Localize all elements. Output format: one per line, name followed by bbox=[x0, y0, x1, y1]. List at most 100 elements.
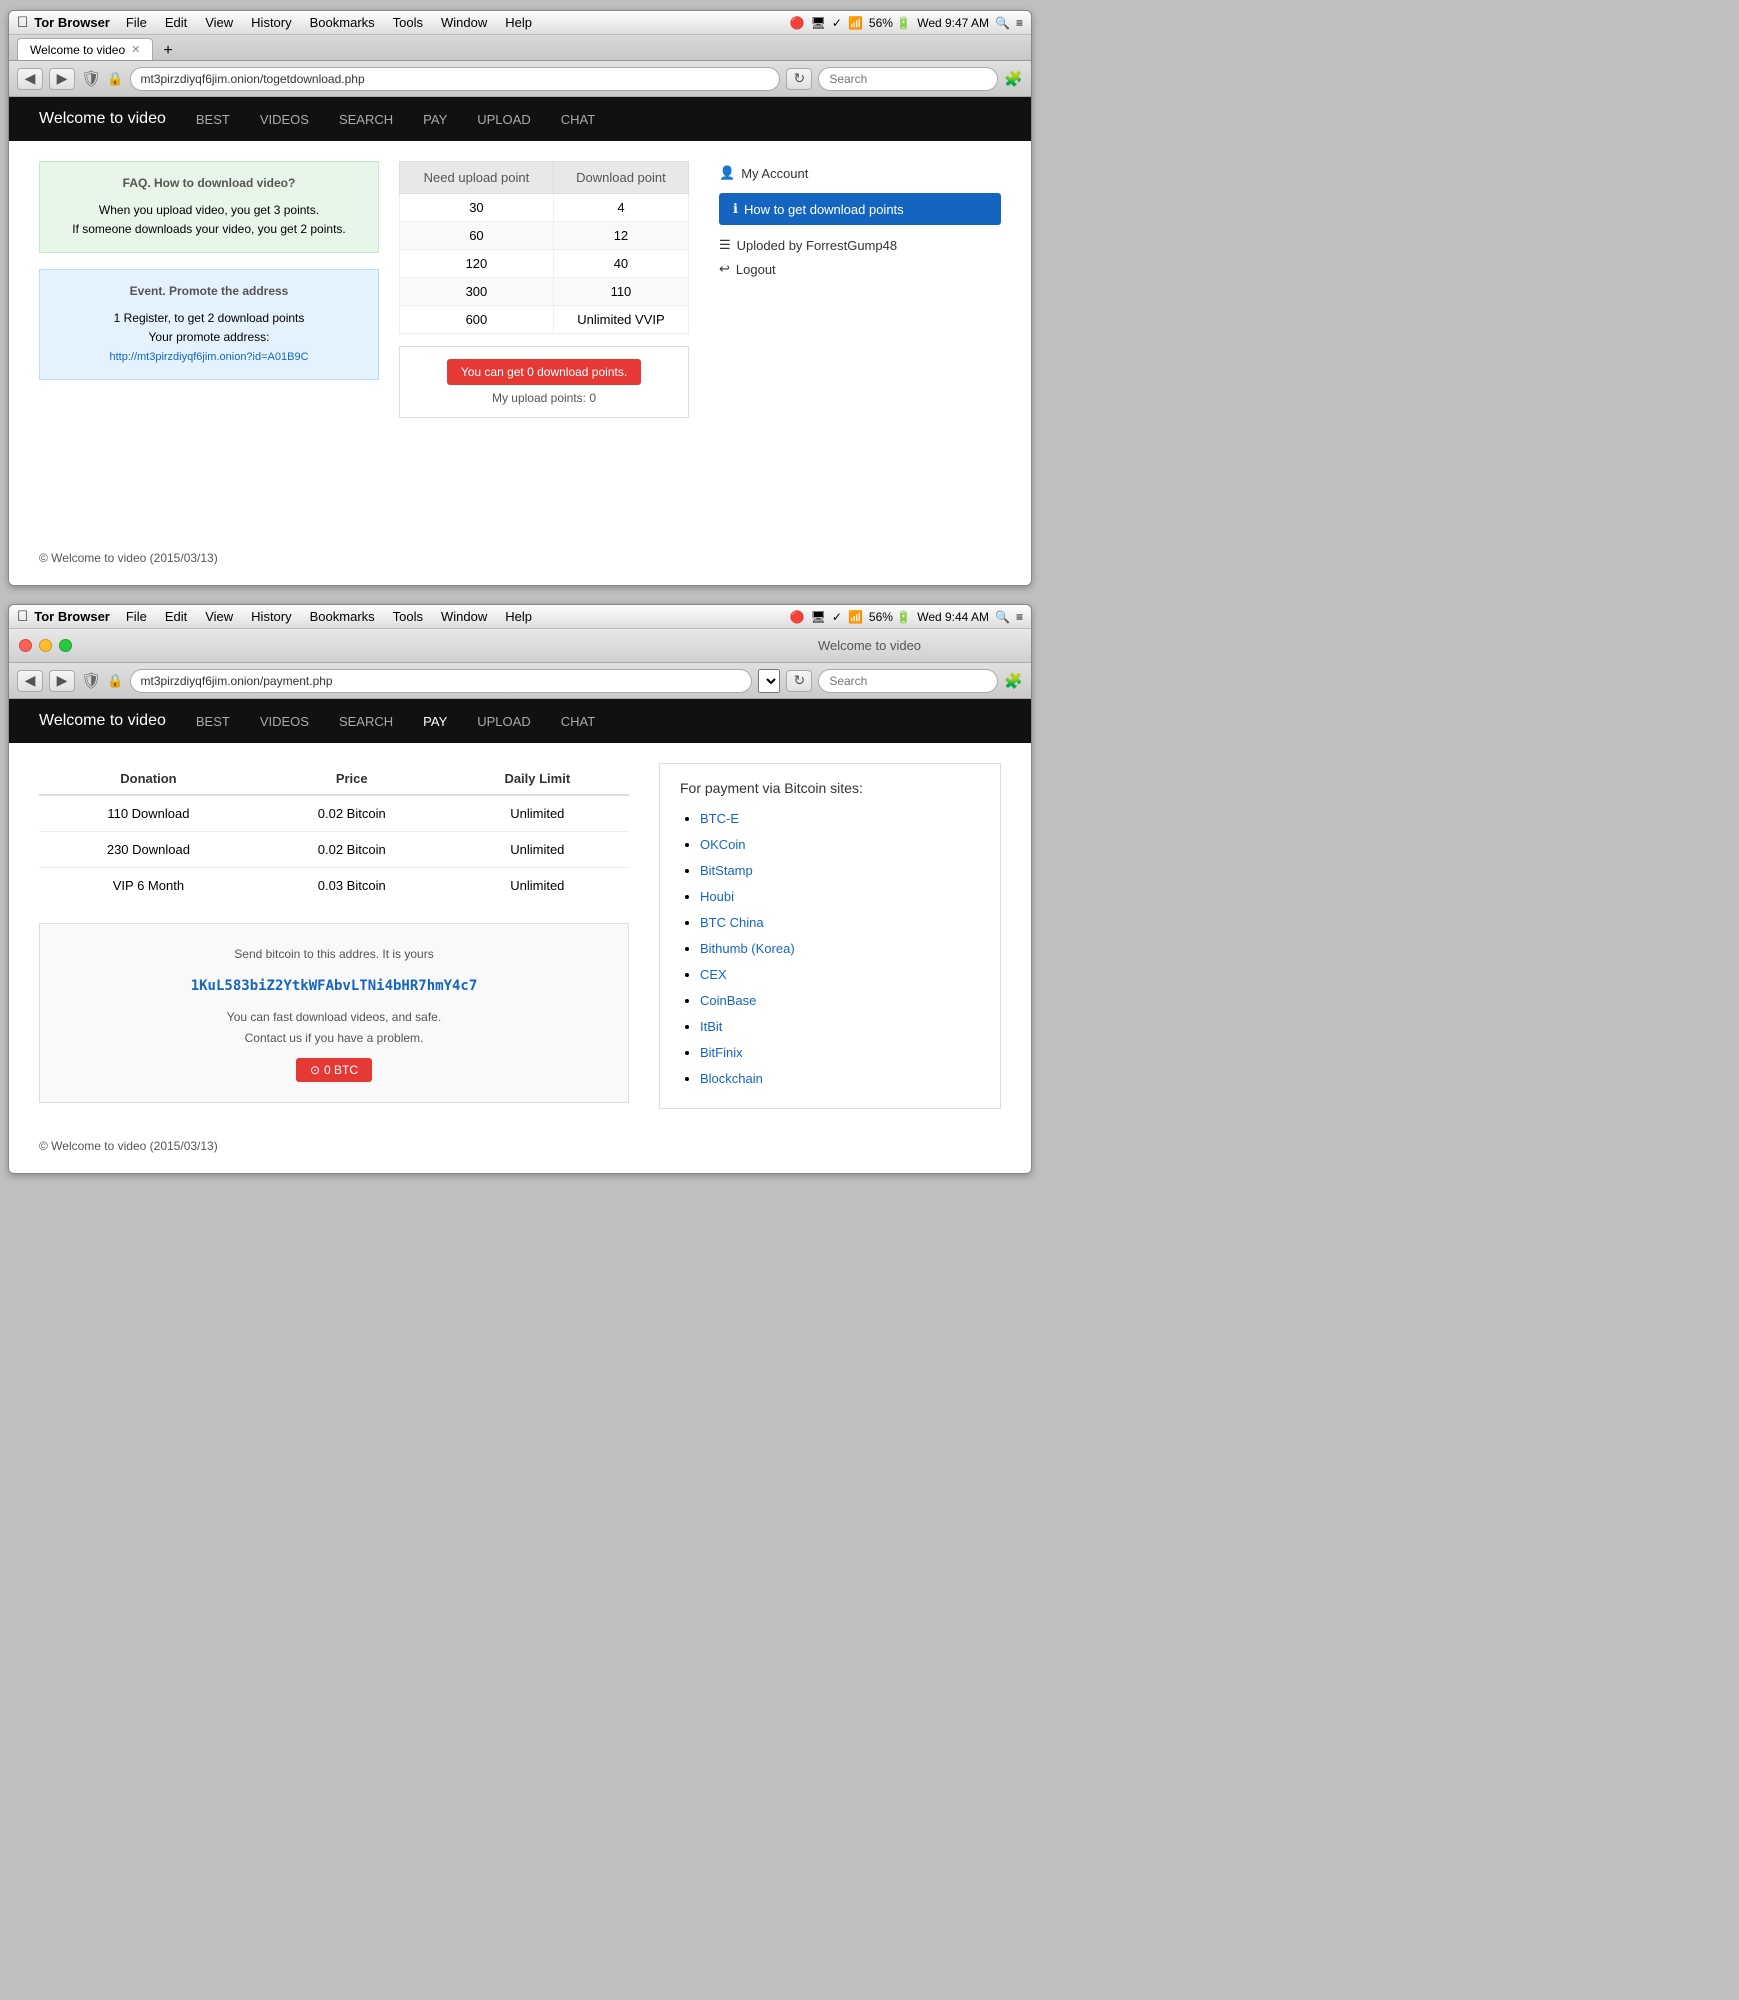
event-box: Event. Promote the address 1 Register, t… bbox=[39, 269, 379, 380]
payment-site-link[interactable]: CEX bbox=[700, 967, 727, 982]
table-row: 12040 bbox=[400, 250, 689, 278]
nav2-upload[interactable]: UPLOAD bbox=[477, 710, 530, 733]
logout-label: Logout bbox=[736, 262, 776, 277]
payment-left: Donation Price Daily Limit 110 Download0… bbox=[39, 763, 629, 1109]
list-item: Blockchain bbox=[700, 1066, 980, 1092]
payment-site-link[interactable]: CoinBase bbox=[700, 993, 756, 1008]
btc-balance-btn[interactable]: ⊙ 0 BTC bbox=[296, 1058, 372, 1082]
search-input-1[interactable] bbox=[818, 67, 998, 91]
search-icon-2[interactable]: 🔍 bbox=[995, 610, 1010, 624]
reload-btn-1[interactable]: ↻ bbox=[786, 68, 812, 90]
payment-sites-box: For payment via Bitcoin sites: BTC-E OKCo… bbox=[659, 763, 1001, 1109]
payment-site-link[interactable]: BTC-E bbox=[700, 811, 739, 826]
toolbar-2: ◀ ▶ 🛡 🔒 ↻ 🧩 bbox=[9, 663, 1031, 699]
list-icon-1[interactable]: ≡ bbox=[1016, 16, 1023, 30]
payment-site-link[interactable]: Bithumb (Korea) bbox=[700, 941, 795, 956]
payment-site-link[interactable]: Blockchain bbox=[700, 1071, 763, 1086]
site-title-2: Welcome to video bbox=[39, 712, 166, 730]
address-bar-2[interactable] bbox=[130, 669, 753, 693]
menu-help-1[interactable]: Help bbox=[497, 13, 540, 32]
table-row: 300110 bbox=[400, 278, 689, 306]
main-content-1: FAQ. How to download video? When you upl… bbox=[9, 141, 1031, 541]
download-box: You can get 0 download points. My upload… bbox=[399, 346, 689, 418]
promote-link[interactable]: http://mt3pirzdiyqf6jim.onion?id=A01B9C bbox=[109, 351, 308, 363]
payment-sites-title: For payment via Bitcoin sites: bbox=[680, 780, 980, 796]
nav-videos-1[interactable]: VIDEOS bbox=[260, 108, 309, 131]
nav-chat-1[interactable]: CHAT bbox=[561, 108, 595, 131]
menu-window-1[interactable]: Window bbox=[433, 13, 495, 32]
payment-site-link[interactable]: BitFinix bbox=[700, 1045, 743, 1060]
list-item: BitFinix bbox=[700, 1040, 980, 1066]
how-to-btn[interactable]: ℹ How to get download points bbox=[719, 193, 1001, 225]
nav2-chat[interactable]: CHAT bbox=[561, 710, 595, 733]
minimize-btn-2[interactable] bbox=[39, 639, 52, 652]
table-row: 600Unlimited VVIP bbox=[400, 306, 689, 334]
tab-close-1[interactable]: ✕ bbox=[131, 43, 140, 56]
faq-title: FAQ. How to download video? bbox=[56, 174, 362, 193]
apple-logo-icon:  bbox=[17, 14, 28, 31]
uploaded-by-label: Uploded by ForrestGump48 bbox=[737, 238, 897, 253]
nav-search-1[interactable]: SEARCH bbox=[339, 108, 393, 131]
new-tab-btn-1[interactable]: + bbox=[157, 42, 178, 60]
tab-bar-1: Welcome to video ✕ + bbox=[9, 35, 1031, 61]
nav-pay-1[interactable]: PAY bbox=[423, 108, 447, 131]
forward-btn-1[interactable]: ▶ bbox=[49, 68, 75, 90]
nav2-videos[interactable]: VIDEOS bbox=[260, 710, 309, 733]
payment-site-link[interactable]: OKCoin bbox=[700, 837, 746, 852]
nav-best-1[interactable]: BEST bbox=[196, 108, 230, 131]
nav2-pay[interactable]: PAY bbox=[423, 710, 447, 733]
circle-icon: ⊙ bbox=[310, 1063, 320, 1077]
menu-file-2[interactable]: File bbox=[118, 607, 155, 626]
price-cell: 0.03 Bitcoin bbox=[258, 868, 446, 904]
extensions-icon-2[interactable]: 🧩 bbox=[1004, 672, 1023, 690]
send-text: Send bitcoin to this addres. It is yours bbox=[60, 944, 608, 966]
menu-history-2[interactable]: History bbox=[243, 607, 299, 626]
menu-bookmarks-2[interactable]: Bookmarks bbox=[302, 607, 383, 626]
menu-tools-1[interactable]: Tools bbox=[385, 13, 431, 32]
address-bar-1[interactable] bbox=[130, 67, 781, 91]
payment-right: For payment via Bitcoin sites: BTC-E OKCo… bbox=[659, 763, 1001, 1109]
back-btn-1[interactable]: ◀ bbox=[17, 68, 43, 90]
menu-bookmarks-1[interactable]: Bookmarks bbox=[302, 13, 383, 32]
site-header-1: Welcome to video BEST VIDEOS SEARCH PAY … bbox=[9, 97, 1031, 141]
menu-view-1[interactable]: View bbox=[197, 13, 241, 32]
close-btn-2[interactable] bbox=[19, 639, 32, 652]
back-btn-2[interactable]: ◀ bbox=[17, 670, 43, 692]
zoom-btn-2[interactable] bbox=[59, 639, 72, 652]
nav-upload-1[interactable]: UPLOAD bbox=[477, 108, 530, 131]
payment-site-link[interactable]: BitStamp bbox=[700, 863, 753, 878]
forward-btn-2[interactable]: ▶ bbox=[49, 670, 75, 692]
search-input-2[interactable] bbox=[818, 669, 998, 693]
menu-window-2[interactable]: Window bbox=[433, 607, 495, 626]
payment-site-link[interactable]: ItBit bbox=[700, 1019, 722, 1034]
tab-label-1: Welcome to video bbox=[30, 43, 125, 57]
get-points-btn[interactable]: You can get 0 download points. bbox=[447, 359, 641, 385]
bitcoin-address[interactable]: 1KuL583biZ2YtkWFAbvLTNi4bHR7hmY4c7 bbox=[60, 974, 608, 999]
search-icon-1[interactable]: 🔍 bbox=[995, 16, 1010, 30]
reload-btn-2[interactable]: ↻ bbox=[786, 670, 812, 692]
payment-site-link[interactable]: BTC China bbox=[700, 915, 764, 930]
faq-text2: If someone downloads your video, you get… bbox=[56, 220, 362, 239]
nav2-search[interactable]: SEARCH bbox=[339, 710, 393, 733]
title-bar-2: Welcome to video bbox=[9, 629, 1031, 663]
uploaded-by-link[interactable]: ☰ Uploded by ForrestGump48 bbox=[719, 233, 1001, 257]
list-icon-2[interactable]: ≡ bbox=[1016, 610, 1023, 624]
menu-history-1[interactable]: History bbox=[243, 13, 299, 32]
menu-help-2[interactable]: Help bbox=[497, 607, 540, 626]
menu-edit-2[interactable]: Edit bbox=[157, 607, 195, 626]
address-dropdown-2[interactable] bbox=[758, 669, 780, 693]
lock-icon-1: 🔒 bbox=[107, 71, 123, 87]
logout-link[interactable]: ↩ Logout bbox=[719, 257, 1001, 281]
extensions-icon-1[interactable]: 🧩 bbox=[1004, 70, 1023, 88]
tab-1[interactable]: Welcome to video ✕ bbox=[17, 38, 153, 60]
menu-file-1[interactable]: File bbox=[118, 13, 155, 32]
table-row: 304 bbox=[400, 194, 689, 222]
menu-edit-1[interactable]: Edit bbox=[157, 13, 195, 32]
menu-view-2[interactable]: View bbox=[197, 607, 241, 626]
lock-icon-2: 🔒 bbox=[107, 673, 123, 689]
nav2-best[interactable]: BEST bbox=[196, 710, 230, 733]
payment-site-link[interactable]: Houbi bbox=[700, 889, 734, 904]
menu-tools-2[interactable]: Tools bbox=[385, 607, 431, 626]
my-account-link[interactable]: 👤 My Account bbox=[719, 161, 1001, 185]
left-column-1: FAQ. How to download video? When you upl… bbox=[39, 161, 379, 521]
